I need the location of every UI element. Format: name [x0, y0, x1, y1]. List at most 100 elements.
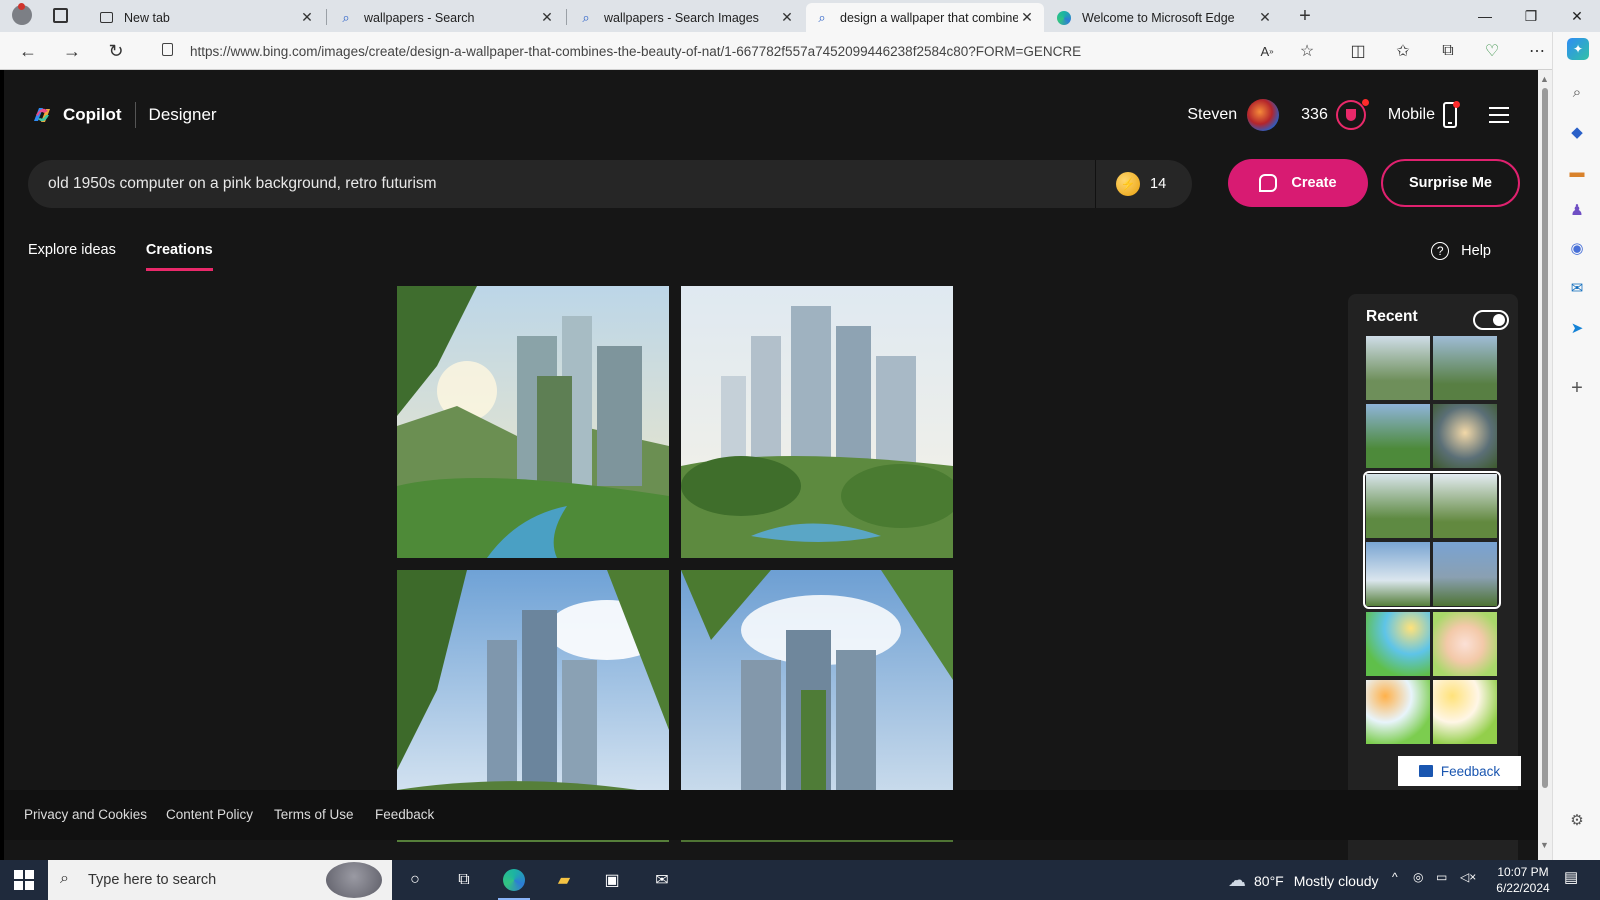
footer-link-terms[interactable]: Terms of Use [274, 807, 354, 822]
boosts-counter[interactable]: ⚡ 14 [1096, 172, 1192, 196]
browser-tab-new-tab[interactable]: New tab ✕ [90, 3, 324, 32]
refresh-icon[interactable]: ↻ [100, 36, 132, 66]
user-name[interactable]: Steven [1187, 106, 1237, 124]
windows-taskbar: ⌕ Type here to search ○ ⧉ ▰ ▣ ✉ ☁ 80°F M… [0, 860, 1600, 900]
taskbar-search-box[interactable]: ⌕ Type here to search [48, 860, 392, 900]
outlook-icon[interactable]: ✉ [1567, 278, 1587, 298]
lock-icon[interactable] [162, 43, 173, 56]
file-explorer-icon[interactable]: ▰ [544, 864, 584, 896]
rewards-points[interactable]: 336 [1301, 106, 1328, 124]
split-screen-icon[interactable]: ◫ [1341, 36, 1375, 66]
collections-icon[interactable]: ⧉ [1431, 36, 1465, 66]
minimize-icon[interactable]: — [1462, 0, 1508, 32]
shopping-tag-icon[interactable]: ◆ [1567, 122, 1587, 142]
tray-app-icon[interactable]: ◎ [1413, 870, 1423, 884]
mobile-notification-dot [1453, 101, 1460, 108]
new-tab-plus-icon[interactable]: + [1292, 4, 1318, 28]
forward-icon[interactable]: → [56, 36, 88, 66]
favorite-star-icon[interactable]: ☆ [1290, 36, 1324, 66]
footer-link-feedback[interactable]: Feedback [375, 807, 434, 822]
search-icon: ⌕ [60, 870, 69, 887]
help-link[interactable]: ? Help [1431, 242, 1491, 260]
mobile-label[interactable]: Mobile [1388, 106, 1435, 124]
volume-icon[interactable]: ◁× [1460, 870, 1476, 884]
cloud-icon: ☁ [1228, 870, 1246, 890]
close-tab-icon[interactable]: ✕ [778, 9, 796, 26]
url-text[interactable]: https://www.bing.com/images/create/desig… [190, 44, 1081, 59]
tab-explore-ideas[interactable]: Explore ideas [28, 242, 116, 271]
footer-link-privacy[interactable]: Privacy and Cookies [24, 807, 147, 822]
surprise-label: Surprise Me [1409, 175, 1492, 191]
clock-date: 6/22/2024 [1496, 881, 1550, 895]
generated-image-1[interactable] [397, 286, 669, 558]
mobile-phone-icon[interactable] [1443, 101, 1460, 128]
avatar[interactable] [1247, 99, 1280, 131]
taskbar-clock[interactable]: 10:07 PM 6/22/2024 [1488, 864, 1558, 896]
browser-tab-active[interactable]: ⌕ design a wallpaper that combine ✕ [806, 3, 1044, 32]
send-icon[interactable]: ➤ [1567, 318, 1587, 338]
feedback-icon [1418, 765, 1433, 777]
page-tabs: Explore ideas Creations [28, 242, 243, 271]
designer-product-text[interactable]: Designer [149, 105, 217, 125]
scrollbar-thumb[interactable] [1542, 88, 1548, 788]
feedback-button[interactable]: Feedback [1398, 756, 1521, 786]
microsoft-store-icon[interactable]: ▣ [592, 864, 632, 896]
browser-tab-edge-welcome[interactable]: Welcome to Microsoft Edge ✕ [1048, 3, 1282, 32]
favorites-icon[interactable]: ✩ [1386, 36, 1420, 66]
edge-taskbar-icon[interactable] [494, 864, 534, 900]
task-view-icon[interactable]: ⧉ [444, 864, 484, 896]
search-icon[interactable]: ⌕ [1567, 82, 1587, 102]
back-icon[interactable]: ← [12, 36, 44, 66]
mail-icon[interactable]: ✉ [642, 864, 682, 896]
address-field[interactable]: https://www.bing.com/images/create/desig… [148, 36, 1288, 66]
tab-actions-icon[interactable] [53, 8, 68, 23]
create-button[interactable]: Create [1228, 159, 1368, 207]
tray-chevron-icon[interactable]: ^ [1392, 870, 1398, 884]
recent-thumb [1433, 474, 1497, 538]
restore-icon[interactable]: ❐ [1508, 0, 1554, 32]
boost-coin-icon: ⚡ [1116, 172, 1140, 196]
weather-temp: 80°F [1254, 872, 1284, 889]
browser-tab-wallpapers-search[interactable]: ⌕ wallpapers - Search ✕ [330, 3, 564, 32]
footer-link-content-policy[interactable]: Content Policy [166, 807, 253, 822]
close-tab-icon[interactable]: ✕ [538, 9, 556, 26]
search-icon: ⌕ [582, 9, 590, 25]
notification-center-icon[interactable]: ▤ [1564, 868, 1578, 886]
surprise-me-button[interactable]: Surprise Me [1381, 159, 1520, 207]
add-sidebar-app-icon[interactable]: + [1567, 377, 1587, 399]
sidebar-settings-icon[interactable]: ⚙ [1567, 810, 1587, 830]
recent-title: Recent [1366, 308, 1418, 325]
close-tab-icon[interactable]: ✕ [298, 9, 316, 26]
office-icon[interactable]: ◉ [1567, 238, 1587, 258]
browser-essentials-icon[interactable]: ♡ [1475, 36, 1509, 66]
generated-image-2[interactable] [681, 286, 953, 558]
more-options-icon[interactable]: ⋯ [1520, 36, 1554, 66]
copilot-brand-text[interactable]: Copilot [63, 105, 122, 125]
weather-widget[interactable]: ☁ 80°F Mostly cloudy [1228, 870, 1379, 891]
read-aloud-icon[interactable]: A» [1250, 36, 1284, 66]
prompt-input[interactable] [28, 160, 1095, 208]
recent-set-1[interactable] [1366, 336, 1498, 468]
recent-set-3[interactable] [1366, 612, 1498, 744]
games-icon[interactable]: ♟ [1567, 200, 1587, 220]
recent-toggle[interactable] [1473, 310, 1509, 330]
close-window-icon[interactable]: ✕ [1554, 0, 1600, 32]
cortana-icon[interactable]: ○ [395, 864, 435, 896]
brand-area[interactable]: Copilot Designer [30, 102, 217, 128]
page-scrollbar[interactable]: ▲ ▼ [1538, 70, 1552, 860]
tools-icon[interactable]: ▬ [1567, 162, 1587, 182]
scroll-up-icon[interactable]: ▲ [1540, 74, 1549, 84]
network-icon[interactable]: ▭ [1436, 870, 1447, 884]
hamburger-menu-icon[interactable] [1489, 107, 1509, 123]
browser-tab-wallpapers-images[interactable]: ⌕ wallpapers - Search Images ✕ [570, 3, 804, 32]
windows-start-icon[interactable] [14, 870, 34, 890]
recent-set-2-selected[interactable] [1363, 471, 1501, 609]
taskbar-search-placeholder: Type here to search [88, 872, 217, 888]
rewards-trophy-icon[interactable] [1335, 99, 1369, 130]
scroll-down-icon[interactable]: ▼ [1540, 840, 1549, 850]
recent-thumb [1433, 403, 1497, 468]
tab-creations[interactable]: Creations [145, 242, 213, 271]
close-tab-icon[interactable]: ✕ [1018, 9, 1036, 26]
copilot-sidebar-icon[interactable]: ✦ [1567, 38, 1589, 60]
close-tab-icon[interactable]: ✕ [1256, 9, 1274, 26]
